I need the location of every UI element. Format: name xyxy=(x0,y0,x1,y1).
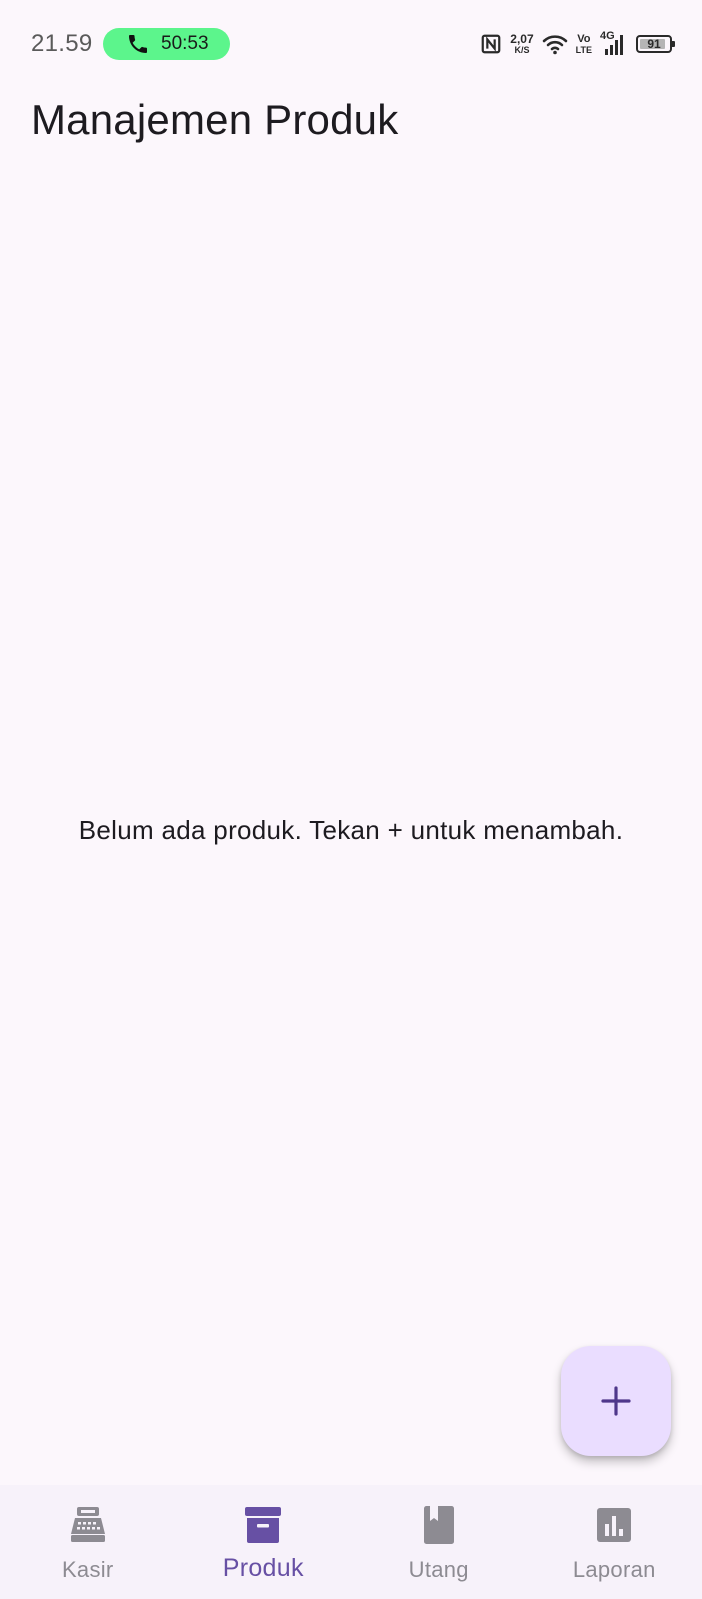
screen: 21.59 50:53 2,07 K/S Vo LTE 4G 91 Manaje… xyxy=(0,0,702,1599)
status-icons: 2,07 K/S Vo LTE 4G 91 xyxy=(480,30,675,58)
ongoing-call-chip[interactable]: 50:53 xyxy=(103,28,230,60)
phone-icon xyxy=(129,35,147,53)
status-bar: 21.59 50:53 2,07 K/S Vo LTE 4G 91 xyxy=(0,0,702,88)
inventory-box-icon xyxy=(242,1504,284,1546)
nav-item-produk[interactable]: Produk xyxy=(176,1485,352,1599)
volte-bottom-label: LTE xyxy=(575,44,592,55)
nav-item-kasir[interactable]: Kasir xyxy=(0,1485,176,1599)
nav-label-produk: Produk xyxy=(222,1554,304,1582)
plus-icon xyxy=(601,1386,631,1416)
signal-bars-icon xyxy=(605,35,623,55)
add-product-button[interactable] xyxy=(561,1346,671,1456)
bar-chart-icon xyxy=(593,1504,635,1546)
page-title: Manajemen Produk xyxy=(31,96,399,143)
battery-icon: 91 xyxy=(636,35,675,53)
call-timer: 50:53 xyxy=(161,33,209,54)
wifi-icon xyxy=(542,35,567,55)
volte-indicator: Vo LTE xyxy=(575,32,592,55)
volte-top-label: Vo xyxy=(577,32,591,45)
nfc-icon xyxy=(481,34,501,54)
network-speed-value: 2,07 xyxy=(510,32,534,46)
book-icon xyxy=(418,1504,460,1546)
battery-level: 91 xyxy=(647,37,661,51)
cellular-signal: 4G xyxy=(600,30,628,56)
network-speed: 2,07 K/S xyxy=(510,33,533,55)
empty-state-message: Belum ada produk. Tekan + untuk menambah… xyxy=(78,815,624,845)
status-time: 21.59 xyxy=(31,30,93,57)
bottom-navigation: Kasir Produk Utang Laporan xyxy=(0,1485,702,1599)
nav-item-laporan[interactable]: Laporan xyxy=(527,1485,702,1599)
nav-item-utang[interactable]: Utang xyxy=(351,1485,527,1599)
nav-label-laporan: Laporan xyxy=(572,1557,656,1582)
nav-label-utang: Utang xyxy=(408,1557,469,1582)
network-speed-unit: K/S xyxy=(514,45,530,55)
cash-register-icon xyxy=(67,1504,109,1546)
nav-label-kasir: Kasir xyxy=(61,1557,114,1582)
